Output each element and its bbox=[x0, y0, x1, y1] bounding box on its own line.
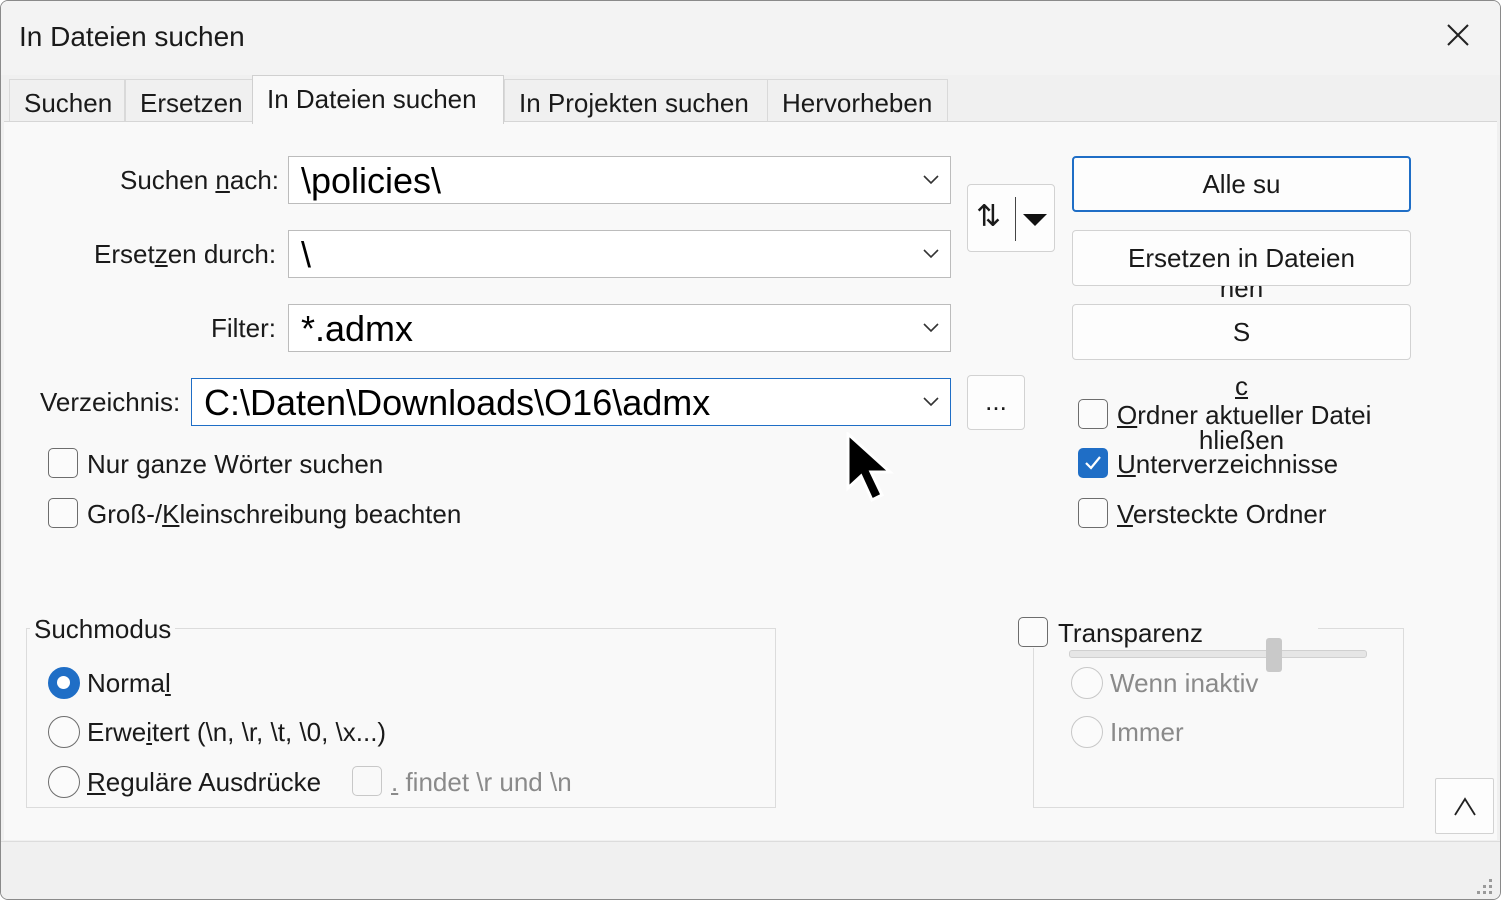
directory-input[interactable]: C:\Daten\Downloads\O16\admx bbox=[191, 378, 951, 426]
directory-label: Verzeichnis: bbox=[40, 387, 181, 417]
tab-bar: Suchen Ersetzen In Dateien suchen In Pro… bbox=[9, 75, 1494, 124]
collapse-button[interactable] bbox=[1435, 778, 1494, 834]
replace-label: Ersetzen durch: bbox=[94, 239, 277, 269]
close-button[interactable]: Sc hließen bbox=[1072, 304, 1411, 455]
current-file-folder-label[interactable]: Ordner aktueller Datei bbox=[1117, 400, 1371, 431]
triangle-down-icon[interactable] bbox=[1022, 213, 1048, 227]
window-title: In Dateien suchen bbox=[19, 21, 245, 52]
transparency-inactive-radio[interactable] bbox=[1071, 667, 1103, 699]
search-label: Suchen nach: bbox=[120, 165, 280, 195]
filter-label: Filter: bbox=[211, 313, 276, 343]
mode-extended-label[interactable]: Erweitert (\n, \r, \t, \0, \x...) bbox=[87, 717, 386, 748]
chevron-up-icon bbox=[1454, 797, 1476, 816]
transparency-always-radio[interactable] bbox=[1071, 716, 1103, 748]
swap-arrows-icon: ⇅ bbox=[976, 199, 1002, 234]
whole-word-checkbox[interactable] bbox=[48, 448, 78, 478]
replace-input[interactable]: \ bbox=[288, 230, 951, 278]
transparency-slider-track[interactable] bbox=[1069, 650, 1367, 658]
tab-in-dateien-suchen[interactable]: In Dateien suchen bbox=[252, 75, 504, 124]
transparency-checkbox[interactable] bbox=[1018, 617, 1048, 647]
mode-normal-label[interactable]: Normal bbox=[87, 668, 171, 699]
mode-regex-label[interactable]: Reguläre Ausdrücke bbox=[87, 767, 321, 798]
mouse-cursor-icon bbox=[846, 432, 894, 503]
whole-word-label[interactable]: Nur ganze Wörter suchen bbox=[87, 449, 383, 480]
match-case-checkbox[interactable] bbox=[48, 498, 78, 528]
search-input[interactable]: \policies\ bbox=[288, 156, 951, 204]
mode-normal-radio[interactable] bbox=[48, 667, 80, 699]
mode-extended-radio[interactable] bbox=[48, 716, 80, 748]
title-bar: In Dateien suchen bbox=[1, 1, 1500, 75]
tab-in-projekten-suchen[interactable]: In Projekten suchen bbox=[504, 79, 768, 123]
split-divider bbox=[1015, 197, 1016, 241]
hidden-folders-checkbox[interactable] bbox=[1078, 498, 1108, 528]
checkmark-icon bbox=[1085, 456, 1101, 470]
transparency-always-label[interactable]: Immer bbox=[1110, 717, 1184, 748]
chevron-down-icon[interactable] bbox=[922, 322, 940, 334]
hidden-folders-label[interactable]: Versteckte Ordner bbox=[1117, 499, 1327, 530]
transparency-label[interactable]: Transparenz bbox=[1058, 618, 1203, 649]
close-window-button[interactable] bbox=[1414, 1, 1500, 73]
filter-input[interactable]: *.admx bbox=[288, 304, 951, 352]
tab-ersetzen[interactable]: Ersetzen bbox=[125, 79, 253, 123]
tab-suchen[interactable]: Suchen bbox=[9, 79, 125, 123]
swap-direction-button[interactable]: ⇅ bbox=[967, 184, 1055, 252]
transparency-inactive-label[interactable]: Wenn inaktiv bbox=[1110, 668, 1258, 699]
subfolders-checkbox[interactable] bbox=[1078, 448, 1108, 478]
status-bar bbox=[1, 841, 1500, 899]
chevron-down-icon[interactable] bbox=[922, 174, 940, 186]
mode-regex-radio[interactable] bbox=[48, 766, 80, 798]
close-icon bbox=[1447, 24, 1469, 46]
chevron-down-icon[interactable] bbox=[922, 396, 940, 408]
search-mode-title: Suchmodus bbox=[30, 614, 176, 645]
tab-hervorheben[interactable]: Hervorheben bbox=[767, 79, 948, 123]
dot-matches-newline-label[interactable]: . findet \r und \n bbox=[391, 767, 572, 798]
chevron-down-icon[interactable] bbox=[922, 248, 940, 260]
transparency-slider-thumb[interactable] bbox=[1266, 638, 1282, 672]
replace-in-files-button[interactable]: Ersetzen in Dateien bbox=[1072, 230, 1411, 286]
subfolders-label[interactable]: Unterverzeichnisse bbox=[1117, 449, 1338, 480]
current-file-folder-checkbox[interactable] bbox=[1078, 399, 1108, 429]
resize-grip-icon[interactable] bbox=[1474, 876, 1494, 896]
dot-matches-newline-checkbox[interactable] bbox=[352, 766, 382, 796]
find-all-button[interactable]: Alle suchen bbox=[1072, 156, 1411, 303]
match-case-label[interactable]: Groß-/Kleinschreibung beachten bbox=[87, 499, 461, 530]
browse-directory-button[interactable]: ... bbox=[967, 375, 1025, 430]
